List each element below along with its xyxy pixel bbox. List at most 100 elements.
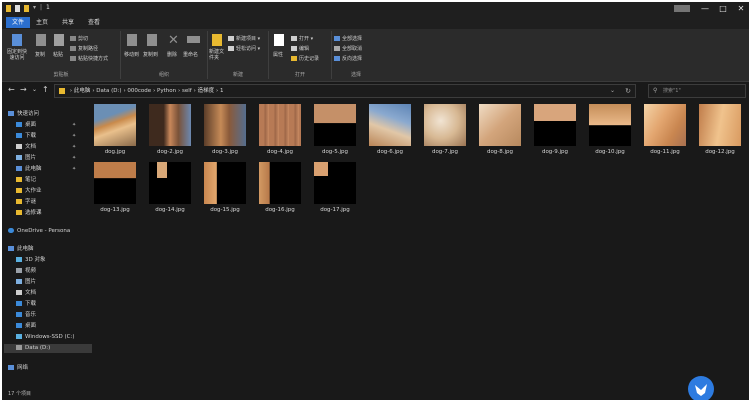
new-folder-button[interactable]: 新建文件夹 xyxy=(209,49,227,61)
assistant-badge[interactable] xyxy=(688,376,714,400)
sidebar-item-videos[interactable]: 视频 xyxy=(16,267,36,276)
copy-path-button[interactable]: 复制路径 xyxy=(70,45,98,52)
sidebar-item-homework[interactable]: 大作业 xyxy=(16,187,42,196)
file-item[interactable]: dog-10.jpg xyxy=(585,104,635,160)
close-button[interactable]: ✕ xyxy=(729,2,749,16)
breadcrumb-this-pc[interactable]: 此电脑 xyxy=(74,88,91,94)
file-item[interactable]: dog-11.jpg xyxy=(640,104,690,160)
invert-selection-icon xyxy=(334,56,340,61)
sidebar-item-downloads[interactable]: 下载 xyxy=(16,132,36,141)
rename-icon xyxy=(187,36,200,43)
sidebar-item-notes[interactable]: 笔记 xyxy=(16,176,36,185)
address-dropdown-icon[interactable]: ⌄ xyxy=(610,85,615,97)
breadcrumb-self[interactable]: self xyxy=(182,88,192,94)
sidebar-item-pictures[interactable]: 图片 xyxy=(16,154,36,163)
select-all-button[interactable]: 全部选择 xyxy=(334,35,362,42)
paste-button[interactable]: 粘贴 xyxy=(53,51,63,58)
properties-button[interactable]: 属性 xyxy=(273,51,283,58)
up-button[interactable]: ↑ xyxy=(42,84,49,96)
cut-button[interactable]: 剪切 xyxy=(70,35,88,42)
breadcrumb-data-d[interactable]: Data (D:) xyxy=(96,88,121,94)
image-thumbnail xyxy=(149,162,191,204)
tab-home[interactable]: 主页 xyxy=(30,17,54,28)
sidebar-item-3d-objects[interactable]: 3D 对象 xyxy=(16,256,45,265)
sidebar-item-pc-documents[interactable]: 文档 xyxy=(16,289,36,298)
copy-button[interactable]: 复制 xyxy=(35,51,45,58)
file-item[interactable]: dog-4.jpg xyxy=(255,104,305,160)
easy-access-icon xyxy=(228,46,234,51)
properties-icon[interactable] xyxy=(15,5,20,12)
folder-icon xyxy=(59,88,65,94)
recent-locations-button[interactable]: ⌄ xyxy=(32,84,37,96)
sidebar-item-pc-desktop[interactable]: 桌面 xyxy=(16,322,36,331)
file-item[interactable]: dog-14.jpg xyxy=(145,162,195,218)
pin-quick-access-button[interactable]: 固定到快速访问 xyxy=(5,49,29,61)
move-to-button[interactable]: 移动到 xyxy=(124,51,139,58)
file-item[interactable]: dog-9.jpg xyxy=(530,104,580,160)
breadcrumb-000code[interactable]: 000code xyxy=(127,88,151,94)
sidebar-item-this-pc[interactable]: 此电脑 xyxy=(16,165,42,174)
file-item[interactable]: dog-5.jpg xyxy=(310,104,360,160)
delete-button[interactable]: 删除 xyxy=(167,51,177,58)
file-item[interactable]: dog-15.jpg xyxy=(200,162,250,218)
sidebar-network[interactable]: 网络 xyxy=(8,364,28,373)
file-item[interactable]: dog-16.jpg xyxy=(255,162,305,218)
menu-icon[interactable] xyxy=(674,5,690,12)
breadcrumb-current[interactable]: 1 xyxy=(220,88,224,94)
file-name: dog-8.jpg xyxy=(486,149,514,155)
sidebar-quick-access[interactable]: 快速访问 xyxy=(8,110,39,119)
refresh-icon[interactable]: ↻ xyxy=(625,85,631,97)
tab-view[interactable]: 查看 xyxy=(82,17,106,28)
sidebar-item-desktop[interactable]: 桌面 xyxy=(16,121,36,130)
paste-shortcut-button[interactable]: 粘贴快捷方式 xyxy=(70,55,108,62)
file-item[interactable]: dog-2.jpg xyxy=(145,104,195,160)
sidebar-item-riddle[interactable]: 字谜 xyxy=(16,198,36,207)
sidebar-item-elective[interactable]: 选修课 xyxy=(16,209,42,218)
file-item[interactable]: dog-17.jpg xyxy=(310,162,360,218)
pin-icon xyxy=(12,34,22,46)
sidebar-item-label: 字谜 xyxy=(25,199,37,205)
invert-selection-button[interactable]: 反向选择 xyxy=(334,55,362,62)
search-box[interactable]: ⚲ 搜索"1" xyxy=(648,84,746,98)
new-folder-icon[interactable] xyxy=(24,5,29,12)
sidebar-item-music[interactable]: 音乐 xyxy=(16,311,36,320)
tab-share[interactable]: 共享 xyxy=(56,17,80,28)
breadcrumb-python[interactable]: Python xyxy=(157,88,176,94)
easy-access-button[interactable]: 轻松访问 ▾ xyxy=(228,45,260,52)
select-none-button[interactable]: 全部取消 xyxy=(334,45,362,52)
file-item[interactable]: dog-8.jpg xyxy=(475,104,525,160)
open-button[interactable]: 打开 ▾ xyxy=(291,35,313,42)
address-bar[interactable]: › 此电脑 › Data (D:) › 000code › Python › s… xyxy=(54,84,636,98)
breadcrumb-folder[interactable]: 造梯度 xyxy=(198,88,215,94)
file-item[interactable]: dog-3.jpg xyxy=(200,104,250,160)
sidebar-this-pc[interactable]: 此电脑 xyxy=(8,245,34,254)
forward-button[interactable]: → xyxy=(20,84,27,96)
file-item[interactable]: dog-6.jpg xyxy=(365,104,415,160)
file-item[interactable]: dog.jpg xyxy=(90,104,140,160)
pin-icon: ✦ xyxy=(72,166,77,172)
desktop-icon xyxy=(16,323,22,328)
file-item[interactable]: dog-13.jpg xyxy=(90,162,140,218)
file-item[interactable]: dog-7.jpg xyxy=(420,104,470,160)
tab-file[interactable]: 文件 xyxy=(6,17,31,28)
sidebar-item-documents[interactable]: 文档 xyxy=(16,143,36,152)
bird-icon xyxy=(695,384,707,396)
edit-button[interactable]: 编辑 xyxy=(291,45,309,52)
history-button[interactable]: 历史记录 xyxy=(291,55,319,62)
pin-icon: ✦ xyxy=(72,122,77,128)
quick-access-dropdown-icon[interactable]: ▾ xyxy=(33,4,36,11)
rename-button[interactable]: 重命名 xyxy=(183,51,198,58)
sidebar-item-pc-downloads[interactable]: 下载 xyxy=(16,300,36,309)
new-item-button[interactable]: 新建项目 ▾ xyxy=(228,35,260,42)
sidebar-item-drive-d[interactable]: Data (D:) xyxy=(4,344,92,353)
file-name: dog-5.jpg xyxy=(321,149,349,155)
sidebar-item-label: 大作业 xyxy=(25,188,42,194)
back-button[interactable]: ← xyxy=(8,84,15,96)
copy-to-button[interactable]: 复制到 xyxy=(143,51,158,58)
sidebar-item-pc-pictures[interactable]: 图片 xyxy=(16,278,36,287)
sidebar-onedrive[interactable]: OneDrive - Persona xyxy=(8,227,70,236)
sidebar-item-label: 下载 xyxy=(25,301,37,307)
open-group-label: 打开 xyxy=(294,72,305,78)
file-item[interactable]: dog-12.jpg xyxy=(695,104,745,160)
sidebar-item-drive-c[interactable]: Windows-SSD (C:) xyxy=(16,333,75,342)
